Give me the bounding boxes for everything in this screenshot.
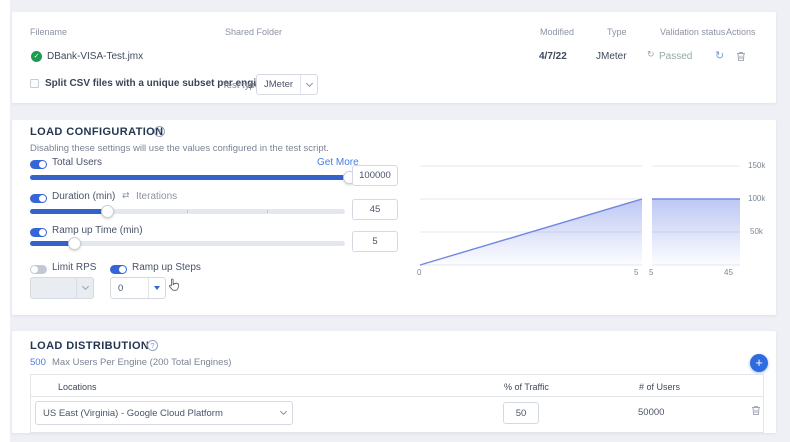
duration-slider[interactable] xyxy=(30,209,345,214)
max-users-text: Max Users Per Engine (200 Total Engines) xyxy=(52,357,231,368)
file-delete-icon[interactable] xyxy=(736,51,746,62)
xtick-ramp-end: 5 xyxy=(634,268,638,277)
traffic-percent-input[interactable] xyxy=(503,402,539,424)
ramp-up-time-toggle[interactable] xyxy=(30,228,47,237)
load-configuration-subtitle: Disabling these settings will use the va… xyxy=(30,143,329,154)
limit-rps-select xyxy=(30,277,94,299)
chevron-down-icon xyxy=(76,278,93,298)
test-type-dropdown[interactable]: JMeter xyxy=(256,74,318,95)
xtick-steady-start: 5 xyxy=(649,268,653,277)
file-valid-icon: ✓ xyxy=(31,51,42,62)
ramp-up-steps-label: Ramp up Steps xyxy=(132,262,201,273)
test-type-value: JMeter xyxy=(257,79,300,90)
help-icon[interactable]: ? xyxy=(147,340,158,351)
ramp-up-chart xyxy=(412,150,777,280)
col-locations: Locations xyxy=(58,382,97,392)
load-distribution-title: LOAD DISTRIBUTION xyxy=(30,340,149,352)
col-validation-status: Validation status xyxy=(660,27,725,37)
total-users-slider[interactable] xyxy=(30,175,345,180)
ytick-50k: 50k xyxy=(750,227,763,236)
col-actions: Actions xyxy=(726,27,756,37)
col-modified: Modified xyxy=(540,27,574,37)
steady-area xyxy=(652,199,740,265)
locations-table: Locations % of Traffic # of Users US Eas… xyxy=(30,374,764,433)
swap-icon[interactable]: ⇄ xyxy=(122,191,130,201)
chevron-down-icon xyxy=(275,402,292,424)
load-distribution-card: LOAD DISTRIBUTION ? 500 Max Users Per En… xyxy=(12,331,776,433)
total-users-toggle[interactable] xyxy=(30,160,47,169)
chevron-down-icon xyxy=(148,278,165,298)
ramp-up-time-slider-handle[interactable] xyxy=(68,237,81,250)
file-modified: 4/7/22 xyxy=(539,51,567,62)
total-users-input[interactable] xyxy=(352,165,398,186)
users-count: 50000 xyxy=(638,407,664,418)
load-configuration-title: LOAD CONFIGURATION xyxy=(30,126,164,138)
total-users-label: Total Users xyxy=(52,157,102,168)
col-type: Type xyxy=(607,27,627,37)
xtick-steady-end: 45 xyxy=(724,268,733,277)
ramp-up-time-label: Ramp up Time (min) xyxy=(52,225,143,236)
validation-refresh-icon: ↻ xyxy=(647,50,655,60)
duration-toggle[interactable] xyxy=(30,194,47,203)
help-icon[interactable]: ? xyxy=(154,126,165,137)
cursor-pointer-icon xyxy=(168,278,180,297)
duration-label: Duration (min) xyxy=(52,191,115,202)
xtick-ramp-start: 0 xyxy=(417,268,421,277)
ramp-up-time-slider[interactable] xyxy=(30,241,345,246)
duration-input[interactable] xyxy=(352,199,398,220)
duration-slider-handle[interactable] xyxy=(101,205,114,218)
locations-table-header: Locations % of Traffic # of Users xyxy=(31,375,763,397)
file-table-card: Filename Shared Folder Modified Type Val… xyxy=(12,12,776,103)
validation-status-badge: Passed xyxy=(659,51,692,62)
ramp-up-steps-value: 0 xyxy=(111,283,148,294)
ramp-up-steps-stepper[interactable]: 0 xyxy=(110,277,166,299)
revalidate-icon[interactable]: ↻ xyxy=(715,49,724,62)
file-type: JMeter xyxy=(596,51,627,62)
row-delete-icon[interactable] xyxy=(751,405,761,416)
iterations-label[interactable]: Iterations xyxy=(136,191,177,202)
split-csv-checkbox[interactable] xyxy=(30,79,39,88)
col-filename: Filename xyxy=(30,27,67,37)
limit-rps-toggle[interactable] xyxy=(30,265,47,274)
ytick-150k: 150k xyxy=(748,161,765,170)
add-location-button[interactable]: + xyxy=(750,354,768,372)
col-traffic: % of Traffic xyxy=(504,382,549,392)
location-value: US East (Virginia) - Google Cloud Platfo… xyxy=(36,408,275,419)
ramp-up-steps-toggle[interactable] xyxy=(110,265,127,274)
col-shared-folder: Shared Folder xyxy=(225,27,282,37)
location-dropdown[interactable]: US East (Virginia) - Google Cloud Platfo… xyxy=(35,401,293,425)
file-name[interactable]: DBank-VISA-Test.jmx xyxy=(47,51,143,62)
load-configuration-card: LOAD CONFIGURATION ? Disabling these set… xyxy=(12,120,776,315)
col-users: # of Users xyxy=(639,382,680,392)
max-users-link[interactable]: 500 xyxy=(30,357,46,368)
chevron-down-icon xyxy=(300,75,317,94)
ramp-up-time-input[interactable] xyxy=(352,231,398,252)
ytick-100k: 100k xyxy=(748,194,765,203)
limit-rps-label: Limit RPS xyxy=(52,262,96,273)
